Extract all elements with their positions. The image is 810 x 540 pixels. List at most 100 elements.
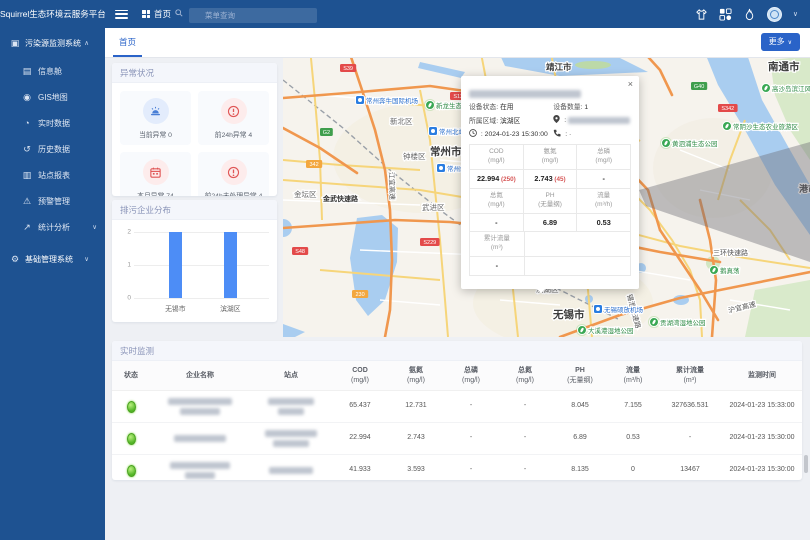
popup-table-value-row: -6.890.53: [470, 214, 630, 233]
alert-circle-icon: [221, 98, 247, 124]
monitor-column-header: PH(无量纲): [552, 366, 608, 386]
sidebar-item-GIS地图[interactable]: ◉GIS地图: [0, 84, 105, 110]
monitor-column-header: 氨氮(mg/l): [388, 366, 444, 386]
popup-pointer: [530, 282, 552, 304]
status-cell: [112, 401, 150, 413]
home-grid-icon: [142, 10, 150, 18]
abnormal-card[interactable]: 前24h异常 4: [198, 91, 269, 145]
reading-unit: (无量纲): [525, 201, 576, 210]
reading-cell: 13467: [658, 465, 722, 476]
chart-ytick: 0: [120, 295, 131, 302]
enterprise-name-cell: [150, 435, 250, 442]
reading-cell: 7.155: [608, 401, 658, 412]
redacted-station-name: [278, 408, 304, 415]
popup-phone-value: ·: [569, 131, 571, 138]
sidebar: ▣ 污染源监测系统 ∧ ▤信息舱◉GIS地图◔实时数据↺历史数据▥站点报表⚠预警…: [0, 28, 105, 540]
map-city-label: 常州市: [430, 145, 462, 158]
top-bar: Squirrel生态环境云服务平台 首页 ∨: [0, 0, 810, 28]
map-district-label: 武进区: [422, 202, 445, 212]
tab-bar: 首页 更多∨: [105, 28, 810, 58]
redacted-station-name: [273, 440, 309, 447]
popup-table-header-cell: 流量(m³/h): [577, 189, 630, 213]
redacted-enterprise-name: [185, 472, 215, 479]
tab-home[interactable]: 首页: [113, 28, 142, 57]
abnormal-card[interactable]: 当前异常 0: [120, 91, 191, 145]
popup-table-value-cell: 0.53: [577, 214, 630, 232]
popup-close-button[interactable]: ×: [628, 79, 633, 89]
clock-icon: [469, 129, 477, 137]
sidebar-item-统计分析[interactable]: ↗统计分析∨: [0, 214, 105, 240]
road-number-text: G40: [694, 84, 704, 90]
road-number-text: S342: [721, 106, 734, 112]
road-number-text: S48: [295, 249, 305, 255]
theme-shirt-icon[interactable]: [695, 8, 708, 21]
sidebar-item-预警管理[interactable]: ⚠预警管理: [0, 188, 105, 214]
column-name: COD: [332, 366, 388, 376]
monitor-column-header: 累计流量(m³): [658, 366, 722, 386]
abnormal-card-label: 本月异常 74: [122, 190, 189, 196]
column-name: 流量: [608, 366, 658, 376]
sidebar-item-实时数据[interactable]: ◔实时数据: [0, 110, 105, 136]
redacted-address: [568, 117, 630, 124]
search-input[interactable]: [189, 8, 317, 23]
table-row[interactable]: 22.9942.743--6.890.53-2024-01-23 15:30:0…: [112, 423, 802, 455]
reading-cell: 6.89: [552, 433, 608, 444]
poi-glyph: [439, 166, 443, 170]
redacted-enterprise-name: [168, 398, 232, 405]
redacted-enterprise-name: [170, 462, 230, 469]
topbar-home-link[interactable]: 首页: [142, 8, 171, 20]
redacted-enterprise-title: [469, 90, 581, 98]
map-district-label: 金坛区: [294, 189, 317, 199]
column-unit: (mg/l): [332, 376, 388, 386]
popup-table-header-cell: PH(无量纲): [524, 189, 578, 213]
abnormal-card[interactable]: 本月异常 74: [120, 152, 191, 196]
hamburger-menu-icon[interactable]: [115, 10, 128, 19]
sidebar-item-站点报表[interactable]: ▥站点报表: [0, 162, 105, 188]
status-cell: [112, 465, 150, 477]
scrollbar-thumb[interactable]: [804, 455, 808, 473]
abnormal-card-label: 当前异常 0: [122, 129, 189, 139]
popup-table-header-cell: 总磷(mg/l): [577, 145, 630, 169]
sidebar-item-base-management-system[interactable]: ⚙ 基础管理系统 ∨: [0, 244, 105, 274]
apps-grid-icon[interactable]: [719, 8, 732, 21]
monitor-table-header: 状态企业名称站点COD(mg/l)氨氮(mg/l)总磷(mg/l)总氮(mg/l…: [112, 361, 802, 391]
column-unit: (mg/l): [498, 376, 552, 386]
column-name: 企业名称: [150, 371, 250, 381]
column-name: PH: [552, 366, 608, 376]
reading-cell: 3.593: [388, 465, 444, 476]
table-row[interactable]: 41.9333.593--8.1350134672024-01-23 15:30…: [112, 455, 802, 480]
redacted-enterprise-name: [174, 435, 226, 442]
user-avatar[interactable]: [767, 7, 782, 22]
monitor-column-header: 站点: [250, 371, 332, 381]
more-button[interactable]: 更多∨: [761, 33, 800, 51]
search-icon: [175, 9, 183, 17]
sidebar-item-历史数据[interactable]: ↺历史数据: [0, 136, 105, 162]
road-number-text: S229: [423, 240, 436, 246]
reading-name: 总磷: [578, 148, 629, 157]
alert-manage-icon: ⚠: [22, 196, 32, 207]
abnormal-card[interactable]: 前24h未处理异常 4: [198, 152, 269, 196]
column-unit: (m³/h): [608, 376, 658, 386]
monitor-column-header: 企业名称: [150, 371, 250, 381]
popup-time-value: 2024-01-23 15:30:00: [485, 131, 548, 138]
reading-limit: (250): [499, 176, 515, 183]
column-name: 总氮: [498, 366, 552, 376]
reading-cell: -: [658, 433, 722, 444]
map-district-label: 新北区: [390, 116, 413, 126]
map-poi-label: 无锡硕放机场: [604, 305, 644, 314]
table-row[interactable]: 65.43712.731--8.0457.155327636.5312024-0…: [112, 391, 802, 423]
chart-xlabel: 无锡市: [165, 303, 185, 313]
reading-cell: 8.045: [552, 401, 608, 412]
sidebar-item-信息舱[interactable]: ▤信息舱: [0, 58, 105, 84]
reading-cell: -: [498, 465, 552, 476]
reading-name: 总氮: [471, 192, 522, 201]
sidebar-item-pollution-monitoring-system[interactable]: ▣ 污染源监测系统 ∧: [0, 28, 105, 58]
reading-cell: 2.743: [388, 433, 444, 444]
column-unit: (mg/l): [388, 376, 444, 386]
sidebar-item-label: 信息舱: [38, 66, 105, 77]
user-menu-chevron-icon[interactable]: ∨: [793, 10, 798, 18]
status-online-dot: [127, 465, 136, 477]
sidebar-item-label: 历史数据: [38, 144, 105, 155]
monitor-column-header: 总磷(mg/l): [444, 366, 498, 386]
flame-icon[interactable]: [743, 8, 756, 21]
